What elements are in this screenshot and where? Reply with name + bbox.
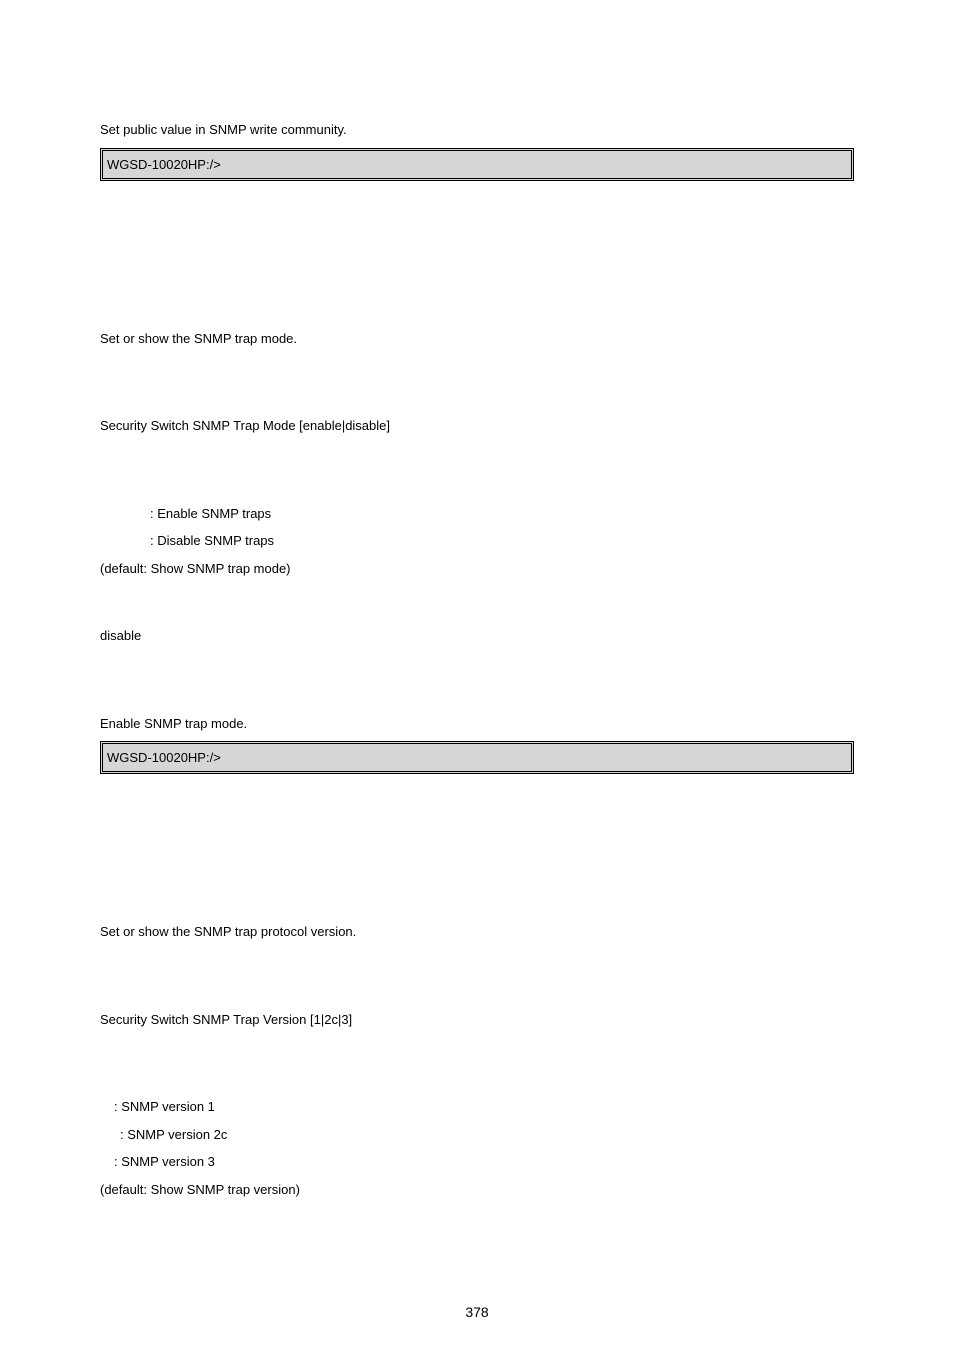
- section2-description: Set or show the SNMP trap mode.: [100, 329, 854, 349]
- param-v1: : SNMP version 1: [100, 1097, 854, 1117]
- document-page: Set public value in SNMP write community…: [0, 0, 954, 1350]
- default-value: disable: [100, 626, 854, 646]
- section3-description: Set or show the SNMP trap protocol versi…: [100, 922, 854, 942]
- section1-intro: Set public value in SNMP write community…: [100, 120, 854, 140]
- section3-syntax: Security Switch SNMP Trap Version [1|2c|…: [100, 1010, 854, 1030]
- param-enable: : Enable SNMP traps: [100, 504, 854, 524]
- param-disable: : Disable SNMP traps: [100, 531, 854, 551]
- param-default: (default: Show SNMP trap mode): [100, 559, 854, 579]
- param-default-version: (default: Show SNMP trap version): [100, 1180, 854, 1200]
- section2-syntax: Security Switch SNMP Trap Mode [enable|d…: [100, 416, 854, 436]
- page-number: 378: [0, 1304, 954, 1320]
- example-text: Enable SNMP trap mode.: [100, 714, 854, 734]
- param-v2c: : SNMP version 2c: [100, 1125, 854, 1145]
- code-block-2: WGSD-10020HP:/>: [100, 741, 854, 774]
- param-v3: : SNMP version 3: [100, 1152, 854, 1172]
- code-block-1: WGSD-10020HP:/>: [100, 148, 854, 181]
